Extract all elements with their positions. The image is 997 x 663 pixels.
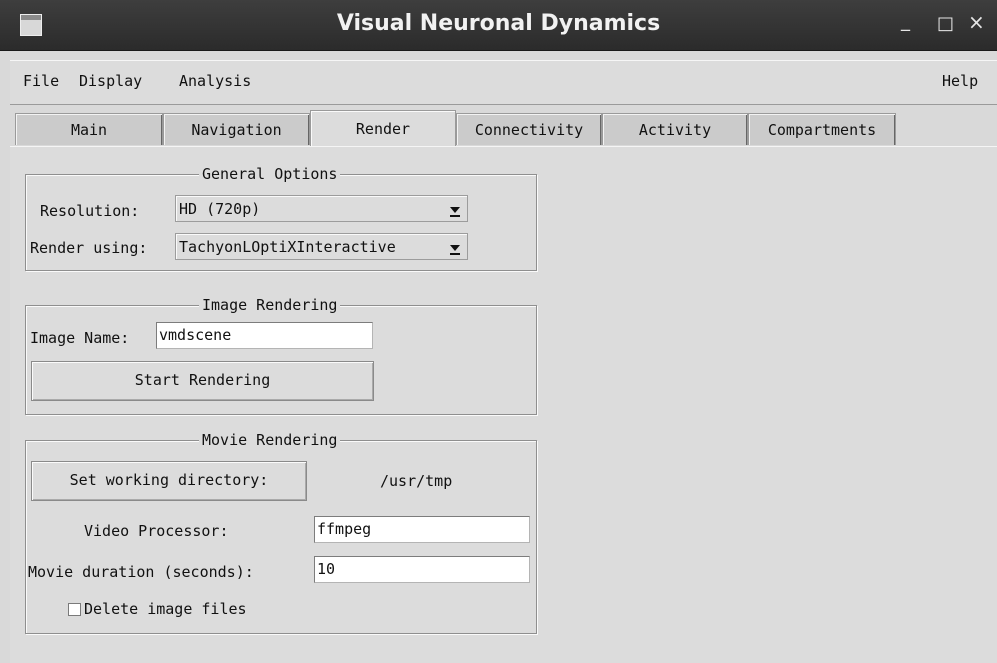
resolution-select[interactable]: HD (720p) [175,195,468,222]
tab-compartments[interactable]: Compartments [748,113,896,145]
close-icon[interactable]: × [968,10,985,34]
image-rendering-group: Image Rendering Image Name: vmdscene Sta… [25,295,537,415]
movie-rendering-group: Movie Rendering Set working directory: /… [25,430,537,634]
tab-activity[interactable]: Activity [602,113,748,145]
start-rendering-button[interactable]: Start Rendering [31,361,374,401]
image-name-label: Image Name: [30,329,130,347]
movie-duration-label: Movie duration (seconds): [28,563,254,581]
menu-help[interactable]: Help [942,72,978,90]
tab-navigation[interactable]: Navigation [163,113,310,145]
resolution-label: Resolution: [40,202,140,220]
delete-image-files-label: Delete image files [84,600,247,618]
movie-duration-input[interactable]: 10 [314,556,530,583]
video-processor-input[interactable]: ffmpeg [314,516,530,543]
resolution-value: HD (720p) [179,200,261,218]
general-options-group: General Options Resolution: HD (720p) Re… [25,164,537,271]
render-using-label: Render using: [30,239,148,257]
delete-image-files-checkbox[interactable] [68,603,81,616]
title-bar: Visual Neuronal Dynamics _ □ × [0,0,997,51]
tab-strip: Main Navigation Render Connectivity Acti… [10,108,997,148]
render-tab-panel: General Options Resolution: HD (720p) Re… [10,146,997,663]
set-working-directory-button[interactable]: Set working directory: [31,461,307,501]
menu-bar: File Display Analysis Help [10,60,997,105]
menu-file[interactable]: File [23,72,59,90]
dropdown-arrow-icon [447,204,462,219]
image-rendering-title: Image Rendering [199,295,341,315]
video-processor-label: Video Processor: [84,522,229,540]
dropdown-arrow-icon [447,242,462,257]
image-name-input[interactable]: vmdscene [156,322,373,349]
minimize-icon[interactable]: _ [901,11,910,32]
tab-render[interactable]: Render [310,110,456,146]
render-using-select[interactable]: TachyonLOptiXInteractive [175,233,468,260]
tab-connectivity[interactable]: Connectivity [456,113,602,145]
working-directory-value: /usr/tmp [380,472,453,490]
movie-rendering-title: Movie Rendering [199,430,341,450]
menu-analysis[interactable]: Analysis [179,72,251,90]
maximize-icon[interactable]: □ [937,13,954,34]
tab-main[interactable]: Main [15,113,163,145]
menu-display[interactable]: Display [79,72,142,90]
window-title: Visual Neuronal Dynamics [336,11,661,36]
general-options-title: General Options [199,164,341,184]
render-using-value: TachyonLOptiXInteractive [179,238,396,256]
